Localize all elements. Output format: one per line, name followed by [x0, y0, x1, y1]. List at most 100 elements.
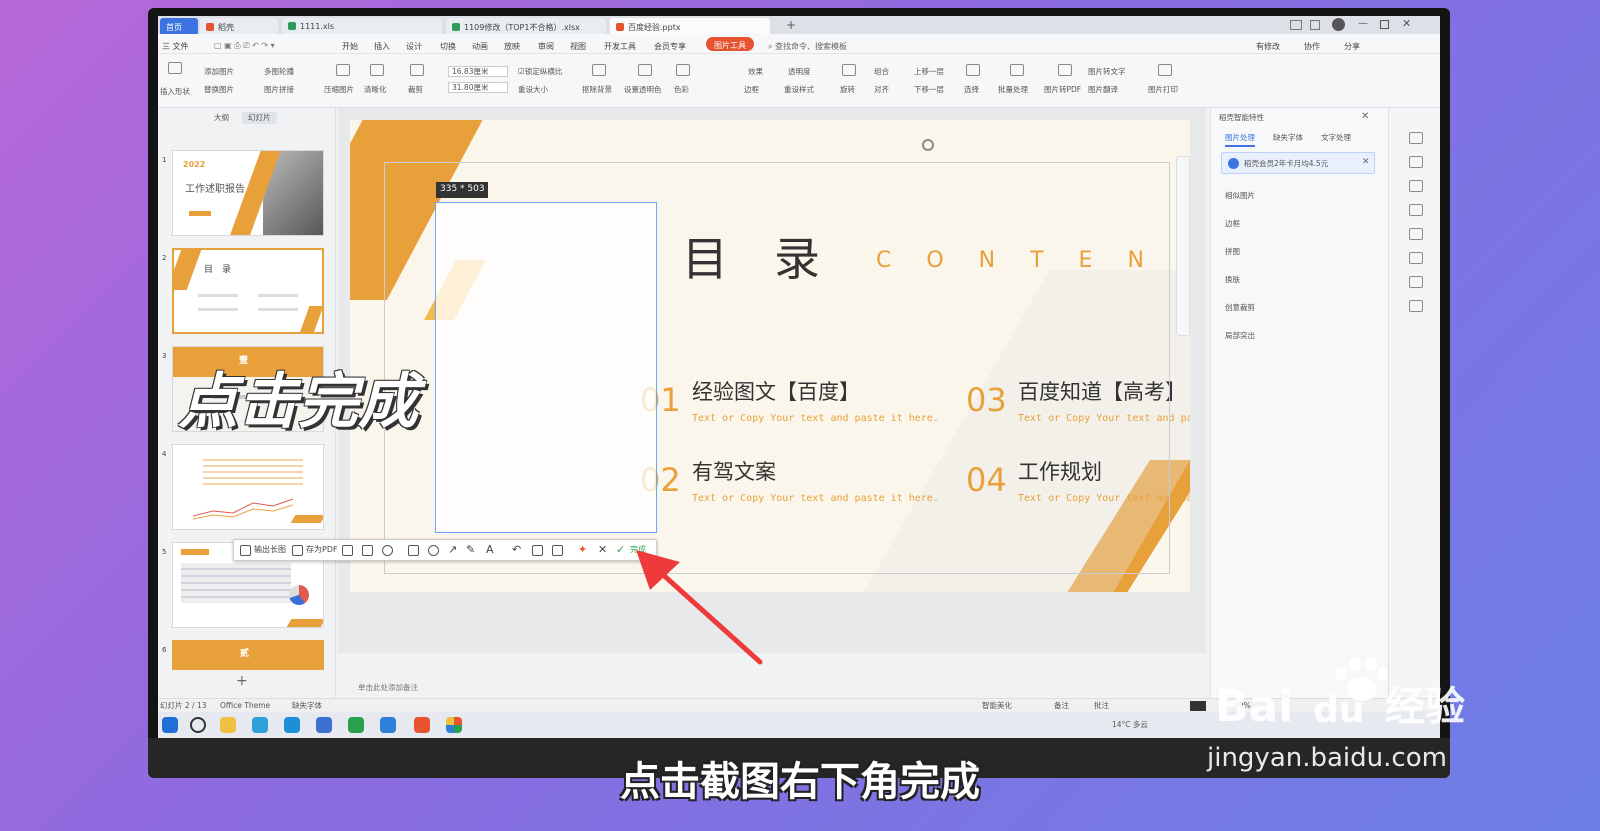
capture-region[interactable]: [435, 202, 657, 533]
save-pdf-button[interactable]: 存为PDF: [306, 546, 338, 554]
cancel-icon[interactable]: ✕: [598, 544, 607, 555]
menu-changes[interactable]: 有修改: [1256, 41, 1280, 52]
set-transparent-button[interactable]: 设置透明色: [624, 86, 662, 94]
remove-bg-icon[interactable]: [592, 64, 606, 76]
pin-icon[interactable]: [1409, 180, 1423, 192]
effect-button[interactable]: 效果: [748, 68, 763, 76]
menu-collaborate[interactable]: 协作: [1304, 41, 1320, 52]
menu-review[interactable]: 审阅: [538, 41, 554, 52]
transparent-color-icon[interactable]: [638, 64, 652, 76]
rectangle-icon[interactable]: [408, 545, 419, 556]
menu-share[interactable]: 分享: [1344, 41, 1360, 52]
compress-icon[interactable]: [336, 64, 350, 76]
rotate-button[interactable]: 旋转: [840, 86, 855, 94]
crop-icon[interactable]: [410, 64, 424, 76]
minimize-icon[interactable]: —: [1358, 19, 1368, 29]
picture-to-text-button[interactable]: 图片转文字: [1088, 68, 1126, 76]
insert-shape-button[interactable]: 插入形状: [160, 88, 190, 96]
browser-icon[interactable]: [284, 717, 300, 733]
menu-slideshow[interactable]: 放映: [504, 41, 520, 52]
menu-design[interactable]: 设计: [406, 41, 422, 52]
app-icon[interactable]: [316, 717, 332, 733]
remove-background-button[interactable]: 抠除背景: [582, 86, 612, 94]
windows-start-icon[interactable]: [162, 717, 178, 733]
printer-icon[interactable]: [1158, 64, 1172, 76]
member-banner[interactable]: 稻壳会员2年卡月均4.5元 ✕: [1221, 152, 1375, 174]
weather-widget[interactable]: 14°C 多云: [1112, 721, 1148, 729]
close-icon[interactable]: ✕: [1361, 112, 1369, 122]
insert-shape-icon[interactable]: [168, 62, 182, 74]
save-icon[interactable]: [552, 545, 563, 556]
tab-slides[interactable]: 幻灯片: [242, 112, 277, 124]
select-icon[interactable]: [966, 64, 980, 76]
border-button[interactable]: 边框: [744, 86, 759, 94]
more-icon[interactable]: [382, 545, 393, 556]
tab-xls2[interactable]: 1109修改（TOP1不合格）.xlsx: [446, 18, 606, 34]
photos-icon[interactable]: [446, 717, 462, 733]
picture-to-pdf-button[interactable]: 图片转PDF: [1044, 86, 1081, 94]
menu-member[interactable]: 会员专享: [654, 41, 686, 52]
width-input[interactable]: 16.83厘米: [448, 66, 508, 77]
menu-developer[interactable]: 开发工具: [604, 41, 636, 52]
grid-icon[interactable]: [1310, 20, 1320, 30]
app-icon[interactable]: [380, 717, 396, 733]
menu-insert[interactable]: 插入: [374, 41, 390, 52]
pin-icon[interactable]: ✦: [578, 544, 587, 555]
tab-pptx[interactable]: 百度经验.pptx: [610, 18, 770, 34]
layout-icon[interactable]: [1290, 20, 1302, 30]
close-icon[interactable]: ✕: [1402, 18, 1411, 29]
new-tab-button[interactable]: +: [786, 19, 796, 31]
avatar[interactable]: [1332, 18, 1345, 31]
pdf-icon[interactable]: [1058, 64, 1072, 76]
batch-icon[interactable]: [1010, 64, 1024, 76]
image-icon[interactable]: [1409, 252, 1423, 264]
search-icon[interactable]: [190, 717, 206, 733]
quick-access-icons[interactable]: ▢ ▣ ⎙ ⎚ ↶ ↷ ▾: [214, 41, 275, 51]
select-button[interactable]: 选择: [964, 86, 979, 94]
clarity-icon[interactable]: [370, 64, 384, 76]
image-edit-icon[interactable]: [362, 545, 373, 556]
help-icon[interactable]: [1409, 228, 1423, 240]
notes-toggle[interactable]: 备注: [1054, 702, 1069, 710]
picture-translate-button[interactable]: 图片翻译: [1088, 86, 1118, 94]
panel-item-border[interactable]: 边框: [1225, 220, 1240, 228]
rotate-handle-icon[interactable]: [922, 139, 934, 151]
tool-icon[interactable]: [1409, 132, 1423, 144]
reset-style-button[interactable]: 重设样式: [784, 86, 814, 94]
menu-animation[interactable]: 动画: [472, 41, 488, 52]
notes-area[interactable]: 单击此处添加备注: [338, 678, 1206, 698]
reset-size-button[interactable]: 重设大小: [518, 86, 548, 94]
slide-thumbnail-6[interactable]: 贰: [172, 640, 324, 670]
menu-picture-tools[interactable]: 图片工具: [706, 37, 754, 51]
panel-item-collage[interactable]: 拼图: [1225, 248, 1240, 256]
multi-picture-button[interactable]: 多图轮播: [264, 68, 294, 76]
add-picture-button[interactable]: 添加图片: [204, 68, 234, 76]
lock-ratio-checkbox[interactable]: ☑锁定纵横比: [518, 68, 562, 76]
group-button[interactable]: 组合: [874, 68, 889, 76]
clarity-button[interactable]: 清晰化: [364, 86, 387, 94]
panel-item-skin[interactable]: 换肤: [1225, 276, 1240, 284]
color-button[interactable]: 色彩: [674, 86, 689, 94]
ellipse-icon[interactable]: [428, 545, 439, 556]
slide-thumbnail-4[interactable]: [172, 444, 324, 530]
batch-process-button[interactable]: 批量处理: [998, 86, 1028, 94]
panel-item-highlight[interactable]: 局部突出: [1225, 332, 1255, 340]
command-search[interactable]: ⌕ 查找命令、搜索模板: [768, 41, 847, 52]
location-icon[interactable]: [1409, 276, 1423, 288]
replace-picture-button[interactable]: 替换图片: [204, 86, 234, 94]
picture-collage-button[interactable]: 图片拼接: [264, 86, 294, 94]
app-icon[interactable]: [348, 717, 364, 733]
tab-image-process[interactable]: 图片处理: [1225, 134, 1255, 147]
text-icon[interactable]: A: [486, 544, 494, 555]
smart-beautify-button[interactable]: 智能美化: [982, 702, 1012, 710]
tab-xls1[interactable]: 1111.xls: [282, 18, 442, 34]
crop-button[interactable]: 裁剪: [408, 86, 423, 94]
tab-daoke[interactable]: 稻壳: [200, 18, 278, 34]
play-slideshow-icon[interactable]: [1190, 701, 1206, 711]
comments-toggle[interactable]: 批注: [1094, 702, 1109, 710]
panel-item-creative-crop[interactable]: 创意裁剪: [1225, 304, 1255, 312]
book-icon[interactable]: [1409, 300, 1423, 312]
slide-thumbnail-2[interactable]: 目 录: [172, 248, 324, 334]
add-slide-button[interactable]: +: [236, 674, 248, 688]
wps-icon[interactable]: [414, 717, 430, 733]
